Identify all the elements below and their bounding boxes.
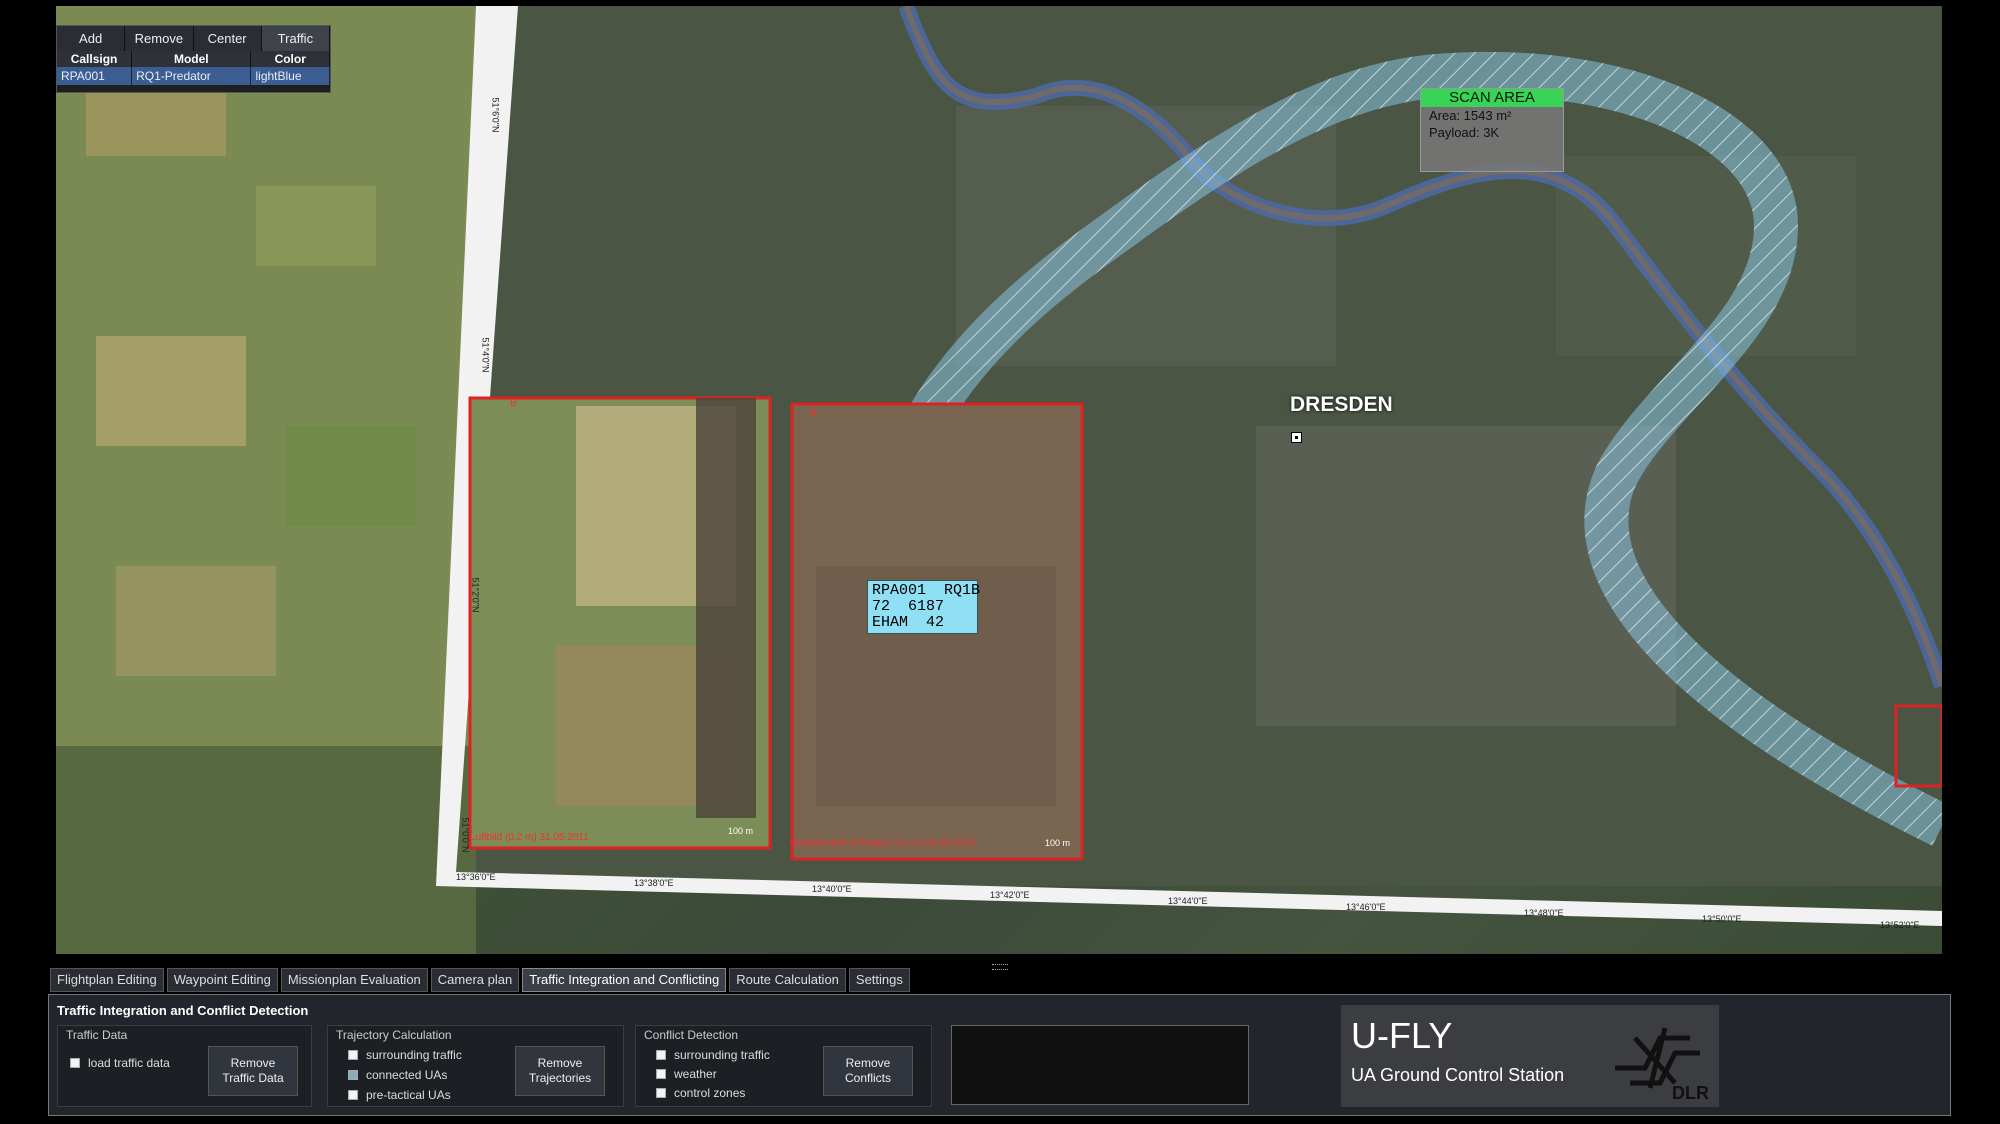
checkbox-box xyxy=(348,1090,358,1100)
longitude-tick-label: 13°40'0"E xyxy=(812,884,852,894)
trajectory-title: Trajectory Calculation xyxy=(336,1028,452,1042)
logo-subtitle: UA Ground Control Station xyxy=(1351,1065,1565,1085)
column-color[interactable]: Color xyxy=(250,51,330,67)
button-line2: Traffic Data xyxy=(222,1071,284,1085)
tab-route-calculation[interactable]: Route Calculation xyxy=(729,968,846,992)
overlay-right-caption: Satellitenbild (Pléiades 0,5 m) 09.06.20… xyxy=(790,838,976,849)
longitude-tick-label: 13°52'0"E xyxy=(1880,920,1920,930)
conflict-detection-group: Conflict Detection surrounding traffic w… xyxy=(635,1025,932,1107)
trajectory-surrounding-traffic-checkbox[interactable]: surrounding traffic xyxy=(348,1048,462,1062)
button-line1: Remove xyxy=(845,1056,891,1070)
button-line2: Trajectories xyxy=(528,1071,592,1085)
checkbox-label: load traffic data xyxy=(88,1056,170,1070)
table-row[interactable]: RPA001 RQ1-Predator lightBlue xyxy=(57,67,330,85)
remove-button[interactable]: Remove xyxy=(125,26,194,51)
latitude-tick-label: 51°2'0"N xyxy=(470,577,481,613)
button-line2: Conflicts xyxy=(844,1071,891,1085)
trajectory-calculation-group: Trajectory Calculation surrounding traff… xyxy=(327,1025,624,1107)
latitude-tick-label: 51°0'0"N xyxy=(460,817,471,853)
cell-callsign: RPA001 xyxy=(57,67,133,85)
column-callsign[interactable]: Callsign xyxy=(57,51,133,67)
tab-settings[interactable]: Settings xyxy=(848,968,910,992)
button-line1: Remove xyxy=(230,1056,276,1070)
traffic-integration-panel: Traffic Integration and Conflict Detecti… xyxy=(48,994,1951,1116)
traffic-toolbar: Add Remove Center Traffic xyxy=(57,26,330,51)
tab-waypoint-editing[interactable]: Waypoint Editing xyxy=(166,968,278,992)
add-button[interactable]: Add xyxy=(57,26,126,51)
checkbox-box xyxy=(348,1070,358,1080)
tab-camera-plan[interactable]: Camera plan xyxy=(430,968,520,992)
connected-uas-checkbox[interactable]: connected UAs xyxy=(348,1068,447,1082)
traffic-panel: Add Remove Center Traffic Callsign Model… xyxy=(56,25,331,93)
checkbox-label: connected UAs xyxy=(366,1068,448,1082)
tab-flightplan-editing[interactable]: Flightplan Editing xyxy=(50,968,164,992)
load-traffic-data-checkbox[interactable]: load traffic data xyxy=(70,1056,170,1070)
control-zones-checkbox[interactable]: control zones xyxy=(656,1086,745,1100)
overlay-left-caption: Luftbild (0,2 m) 31.05.2011 xyxy=(470,832,589,843)
tab-traffic-integration[interactable]: Traffic Integration and Conflicting xyxy=(522,968,727,992)
uav-label-line3: EHAM 42 xyxy=(872,614,945,631)
panel-title: Traffic Integration and Conflict Detecti… xyxy=(57,1003,309,1018)
checkbox-label: surrounding traffic xyxy=(674,1048,770,1062)
scan-area-label[interactable]: SCAN AREA Area: 1543 m² Payload: 3K xyxy=(1420,88,1564,172)
remove-conflicts-button[interactable]: Remove Conflicts xyxy=(823,1046,913,1096)
map-imagery xyxy=(56,6,1942,954)
traffic-button[interactable]: Traffic xyxy=(261,26,330,51)
overlay-marker-right: B xyxy=(810,408,817,419)
latitude-tick-label: 51°4'0"N xyxy=(480,337,491,373)
longitude-tick-label: 13°44'0"E xyxy=(1168,896,1208,906)
longitude-tick-label: 13°36'0"E xyxy=(456,872,496,882)
checkbox-label: surrounding traffic xyxy=(366,1048,462,1062)
scan-area-area: Area: 1543 m² xyxy=(1429,108,1512,123)
tab-missionplan-evaluation[interactable]: Missionplan Evaluation xyxy=(280,968,428,992)
longitude-tick-label: 13°50'0"E xyxy=(1702,914,1742,924)
longitude-tick-label: 13°46'0"E xyxy=(1346,902,1386,912)
traffic-data-title: Traffic Data xyxy=(66,1028,128,1042)
overlay-marker-left: B xyxy=(510,398,517,409)
u-fly-logo: U-FLY UA Ground Control Station DLR xyxy=(1341,1005,1719,1107)
checkbox-label: pre-tactical UAs xyxy=(366,1088,451,1102)
button-line1: Remove xyxy=(537,1056,583,1070)
scale-label-right: 100 m xyxy=(1045,838,1071,848)
checkbox-box xyxy=(656,1050,666,1060)
status-display xyxy=(951,1025,1249,1105)
longitude-tick-label: 13°42'0"E xyxy=(990,890,1030,900)
remove-trajectories-button[interactable]: Remove Trajectories xyxy=(515,1046,605,1096)
checkbox-box xyxy=(70,1058,80,1068)
scan-area-title: SCAN AREA xyxy=(1421,89,1563,107)
checkbox-box xyxy=(656,1088,666,1098)
cell-color: lightBlue xyxy=(250,67,330,85)
splitter-handle[interactable] xyxy=(992,964,1008,970)
longitude-tick-label: 13°48'0"E xyxy=(1524,908,1564,918)
uav-label-line2: 72 6187 xyxy=(872,598,945,615)
checkbox-box xyxy=(348,1050,358,1060)
weather-checkbox[interactable]: weather xyxy=(656,1067,717,1081)
column-model[interactable]: Model xyxy=(131,51,252,67)
checkbox-label: weather xyxy=(674,1067,717,1081)
checkbox-label: control zones xyxy=(674,1086,746,1100)
scale-label-left: 100 m xyxy=(728,826,754,836)
longitude-tick-label: 13°38'0"E xyxy=(634,878,674,888)
logo-title: U-FLY xyxy=(1351,1015,1453,1056)
uav-info-label[interactable]: RPA001 RQ1B 72 6187 EHAM 42 xyxy=(867,580,981,634)
map-view[interactable] xyxy=(56,6,1942,954)
logo-org: DLR xyxy=(1672,1083,1709,1103)
pre-tactical-uas-checkbox[interactable]: pre-tactical UAs xyxy=(348,1088,451,1102)
conflict-surrounding-traffic-checkbox[interactable]: surrounding traffic xyxy=(656,1048,770,1062)
checkbox-box xyxy=(656,1069,666,1079)
traffic-table: Callsign Model Color RPA001 RQ1-Predator… xyxy=(57,51,330,85)
city-label: DRESDEN xyxy=(1290,393,1393,416)
remove-traffic-data-button[interactable]: Remove Traffic Data xyxy=(208,1046,298,1096)
uav-label-line1: RPA001 RQ1B xyxy=(872,582,981,599)
cell-model: RQ1-Predator xyxy=(131,67,252,85)
traffic-data-group: Traffic Data load traffic data Remove Tra… xyxy=(57,1025,312,1107)
conflict-title: Conflict Detection xyxy=(644,1028,739,1042)
latitude-tick-label: 51°6'0"N xyxy=(490,97,501,133)
center-button[interactable]: Center xyxy=(193,26,262,51)
tab-bar: Flightplan Editing Waypoint Editing Miss… xyxy=(50,968,910,992)
city-marker[interactable] xyxy=(1291,432,1302,443)
scan-area-payload: Payload: 3K xyxy=(1429,125,1500,140)
